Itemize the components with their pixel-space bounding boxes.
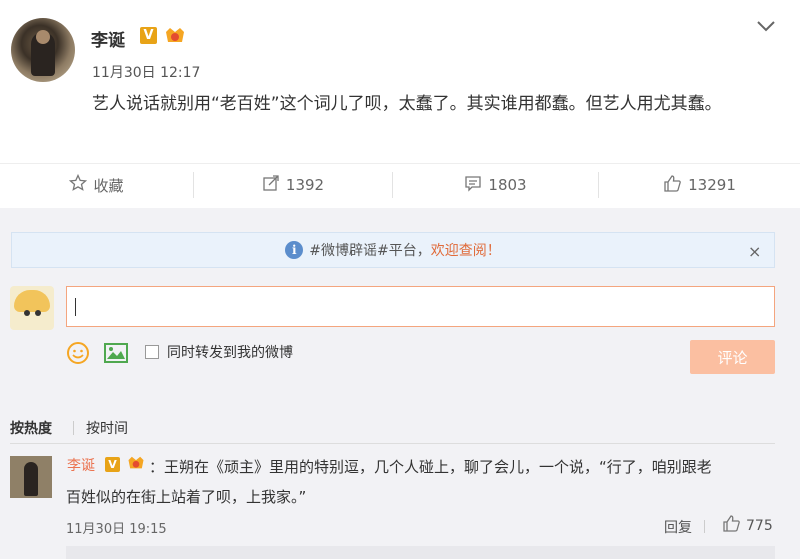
image-icon[interactable] [103,342,129,364]
notice-text[interactable]: #微博辟谣#平台， [309,240,430,260]
avatar-figure [24,462,38,496]
favorite-label: 收藏 [93,176,124,195]
commenter-avatar[interactable] [10,456,52,498]
like-count: 13291 [688,176,736,194]
comment-text-continued: 百姓似的在街上站着了呗，上我家。” [66,488,307,506]
member-icon[interactable] [163,26,187,45]
thumbs-up-icon [663,174,688,197]
member-icon[interactable] [126,455,146,474]
comment-input[interactable] [66,286,775,327]
verified-badge-icon[interactable]: V [105,457,120,472]
comment-icon [464,174,488,196]
avatar-hair [14,290,50,312]
avatar-face [36,30,50,44]
text-caret [75,298,76,316]
sub-reply-strip [66,546,775,559]
divider [10,443,775,444]
info-icon: i [285,241,304,259]
post-action-bar: 收藏 1392 1803 13291 [0,163,800,205]
comment-like-count: 775 [746,517,773,534]
star-icon [69,173,93,196]
comment-action-separator [704,520,705,533]
notice-link[interactable]: 欢迎查阅！ [431,240,501,260]
thumbs-up-icon [722,514,746,537]
forward-checkbox[interactable] [145,345,159,359]
comment-like-button[interactable]: 775 [722,514,773,537]
repost-count: 1392 [285,176,325,194]
comment-time: 11月30日 19:15 [66,522,167,537]
comment-section: i #微博辟谣#平台， 欢迎查阅！ × 同时转发到我的微博 评论 按热度 按时间… [0,208,800,559]
rumor-notice-bar: i #微博辟谣#平台， 欢迎查阅！ [11,232,775,268]
chevron-down-icon[interactable] [755,18,777,34]
like-button[interactable]: 13291 [599,164,800,206]
repost-icon [262,174,286,196]
close-icon[interactable]: × [748,242,761,261]
reply-button[interactable]: 回复 [664,517,692,537]
my-avatar[interactable] [10,286,54,330]
emoji-icon[interactable] [66,341,90,365]
weibo-post-card: 李诞 V 11月30日 12:17 艺人说话就别用“老百姓”这个词儿了呗，太蠢了… [0,0,800,208]
repost-button[interactable]: 1392 [194,164,392,206]
favorite-button[interactable]: 收藏 [0,164,193,206]
post-time[interactable]: 11月30日 12:17 [92,62,200,82]
avatar-eye [35,310,41,316]
comment-text: ：王朔在《顽主》里用的特别逗，几个人碰上，聊了会儿，一个说，“行了，咱别跟老 [149,458,712,476]
tab-separator [73,421,74,435]
forward-label[interactable]: 同时转发到我的微博 [167,342,293,362]
author-name[interactable]: 李诞 [91,26,125,51]
submit-comment-button[interactable]: 评论 [690,340,775,374]
verified-badge-icon[interactable]: V [140,27,157,44]
post-text: 艺人说话就别用“老百姓”这个词儿了呗，太蠢了。其实谁用都蠢。但艺人用尤其蠢。 [92,94,722,114]
tab-hot[interactable]: 按热度 [10,418,52,438]
tab-time[interactable]: 按时间 [86,418,128,438]
author-avatar[interactable] [11,18,75,82]
avatar-eye [24,310,30,316]
comment-count: 1803 [488,176,527,194]
comment-button[interactable]: 1803 [393,164,598,206]
commenter-name[interactable]: 李诞 [67,455,95,475]
